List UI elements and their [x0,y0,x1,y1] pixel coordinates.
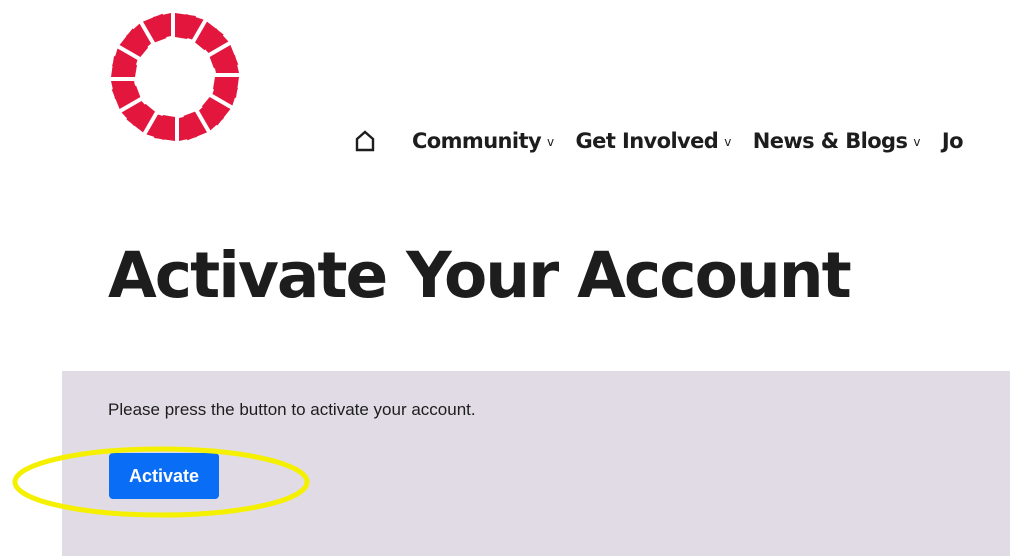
nav-item-community[interactable]: Community v [412,129,554,153]
nav-item-jobs[interactable]: Jo [941,129,964,153]
activation-panel: Please press the button to activate your… [62,371,1010,556]
chevron-down-icon: v [547,135,554,149]
nav-item-label: News & Blogs [752,129,908,153]
nav-item-label: Jo [941,129,964,153]
nav-item-news-blogs[interactable]: News & Blogs v [752,129,921,153]
home-icon[interactable] [354,130,376,152]
activation-instruction: Please press the button to activate your… [108,400,476,419]
page: Community v Get Involved v News & Blogs … [0,0,1010,556]
chevron-down-icon: v [724,135,731,149]
chevron-down-icon: v [913,135,920,149]
main-nav: Community v Get Involved v News & Blogs … [354,124,964,158]
nav-item-label: Get Involved [575,129,719,153]
page-title: Activate Your Account [108,239,852,312]
site-logo[interactable] [108,10,242,144]
nav-item-label: Community [412,129,542,153]
activate-button[interactable]: Activate [109,453,219,499]
nav-item-get-involved[interactable]: Get Involved v [575,129,732,153]
